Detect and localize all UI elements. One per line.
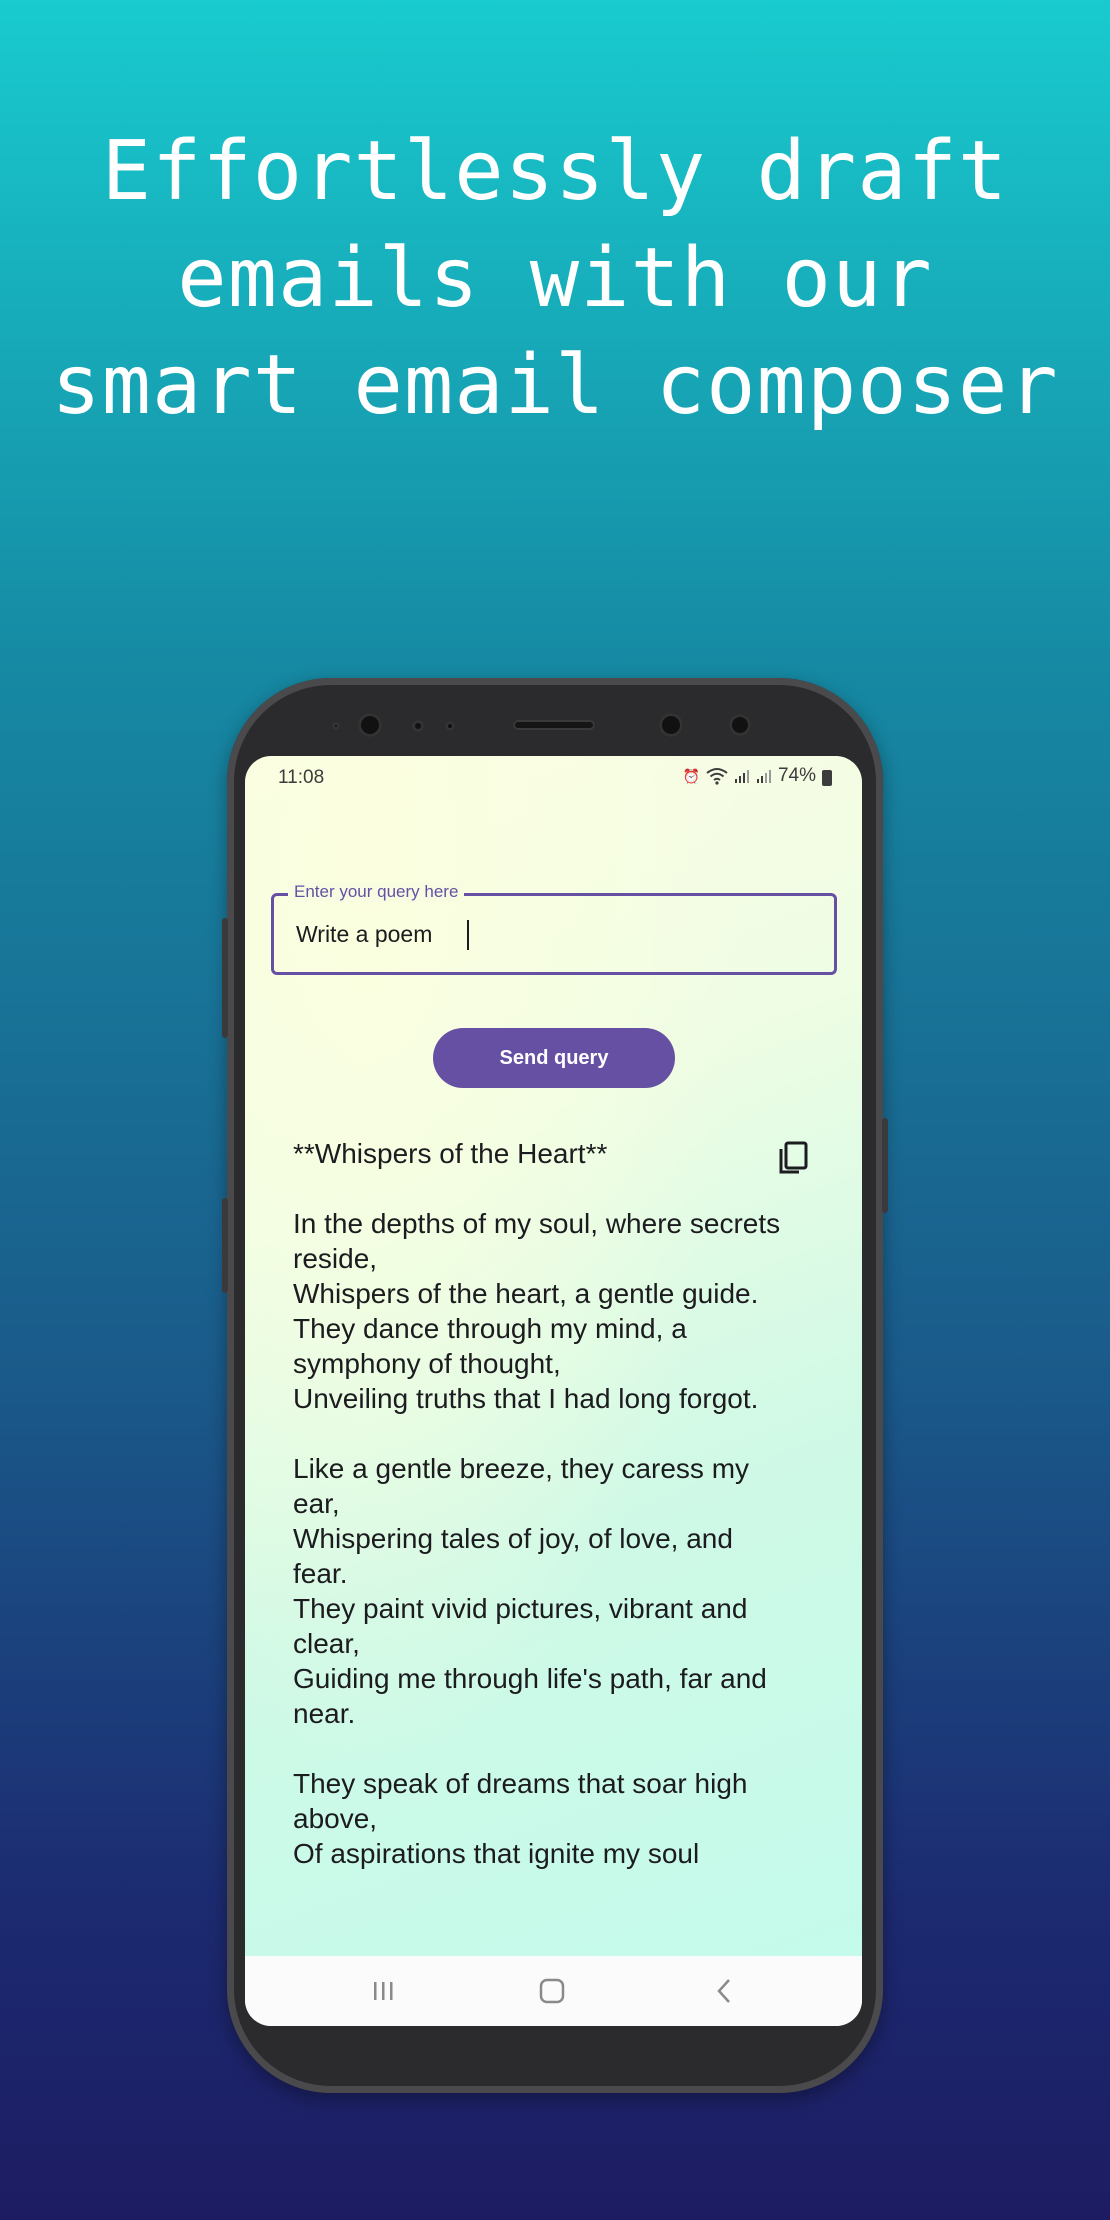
- sensor-icon: [445, 721, 455, 731]
- wifi-icon: [706, 768, 728, 785]
- sensor-icon: [412, 720, 424, 732]
- earpiece-speaker: [513, 720, 595, 730]
- status-time: 11:08: [278, 767, 325, 788]
- copy-icon[interactable]: [777, 1140, 809, 1176]
- signal-icon: [734, 770, 749, 783]
- battery-icon: [822, 770, 832, 786]
- query-field-label: Enter your query here: [288, 882, 465, 902]
- response-text: **Whispers of the Heart** In the depths …: [293, 1138, 781, 1869]
- iris-camera-icon: [729, 714, 751, 736]
- phone-frame: 11:08 ⏰ 74% Enter your query here Write …: [222, 678, 888, 2093]
- alarm-icon: ⏰: [682, 767, 700, 784]
- back-icon[interactable]: [705, 1976, 745, 2006]
- query-field[interactable]: Enter your query here: [271, 882, 837, 975]
- iris-camera-icon: [659, 713, 683, 737]
- volume-button: [222, 918, 228, 1038]
- battery-level: 74%: [777, 765, 816, 786]
- query-input[interactable]: [296, 916, 796, 952]
- recents-icon[interactable]: [363, 1976, 403, 2006]
- text-cursor: [467, 920, 469, 950]
- power-button: [222, 1198, 228, 1293]
- bixby-button: [882, 1118, 888, 1213]
- system-nav-bar: [245, 1956, 862, 2026]
- home-icon[interactable]: [533, 1976, 573, 2006]
- front-camera-icon: [358, 713, 382, 737]
- signal-icon: [756, 770, 771, 783]
- app-screen: 11:08 ⏰ 74% Enter your query here Write …: [245, 756, 862, 2026]
- status-bar: 11:08 ⏰ 74%: [245, 756, 862, 800]
- send-query-button[interactable]: Send query: [433, 1028, 675, 1088]
- sensor-icon: [332, 722, 340, 730]
- headline: Effortlessly draft emails with our smart…: [51, 124, 1059, 433]
